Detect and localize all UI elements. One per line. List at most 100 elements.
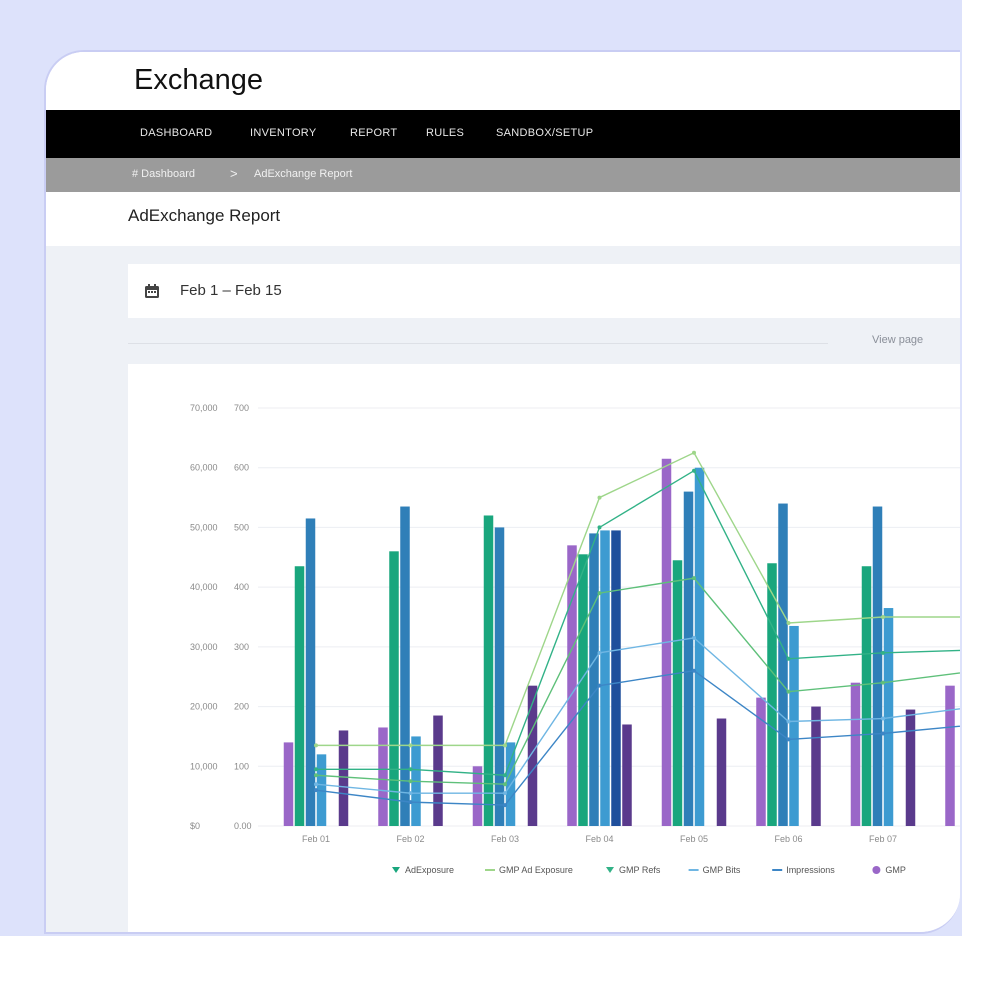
chart-bar [611, 530, 621, 826]
y-axis-right-tick-label: 500 [234, 522, 249, 532]
app-window: Exchange DASHBOARD INVENTORY REPORT RULE… [44, 50, 960, 934]
breadcrumb-current: AdExchange Report [254, 168, 353, 180]
chart-point [692, 635, 696, 640]
report-chart-card: $0 0.00 10,000 100 20,000 200 30,000 300 40,000 4… [128, 364, 960, 932]
chart-bar [672, 560, 683, 826]
date-range-label: Feb 1 – Feb 15 [180, 282, 282, 299]
chart-bar [905, 709, 916, 826]
chart-point [503, 791, 507, 796]
y-axis-right-tick-label: 200 [234, 702, 249, 712]
view-page-link[interactable]: View page [872, 334, 923, 346]
chart-bar [378, 727, 388, 826]
chart-point [881, 731, 885, 736]
x-axis-tick-label: Feb 03 [491, 834, 519, 844]
x-axis-tick-label: Feb 07 [869, 834, 897, 844]
x-axis-tick-label: Feb 05 [680, 834, 708, 844]
chart-bar [567, 545, 577, 826]
main-navbar: DASHBOARD INVENTORY REPORT RULES SANDBOX… [46, 110, 960, 158]
chart-bar [622, 724, 632, 826]
legend-marker [872, 866, 881, 874]
chart-bar [283, 742, 294, 826]
chart-point [692, 576, 696, 581]
chart-point [597, 495, 602, 500]
chart-bar [767, 563, 777, 826]
page-title: AdExchange Report [128, 206, 281, 225]
chart-point [597, 650, 602, 655]
divider [128, 343, 828, 344]
chart-bar [400, 506, 410, 826]
nav-item-dashboard[interactable]: DASHBOARD [140, 127, 212, 139]
legend-marker [606, 867, 614, 873]
chart-point [314, 743, 318, 748]
chart-point [408, 800, 413, 805]
breadcrumb-home[interactable]: # Dashboard [132, 168, 195, 180]
chart-point [881, 650, 885, 655]
chart-bar [850, 682, 861, 826]
chart-bar [778, 503, 788, 826]
chart-bar [789, 625, 799, 826]
nav-item-inventory[interactable]: INVENTORY [250, 127, 316, 139]
chart-point [503, 773, 507, 778]
chart-point [408, 743, 413, 748]
x-axis-tick-label: Feb 06 [774, 834, 802, 844]
y-axis-right-tick-label: 300 [234, 642, 249, 652]
y-axis-left-tick-label: 10,000 [190, 761, 218, 771]
chart-point [314, 782, 318, 787]
legend-label: AdExposure [405, 865, 454, 875]
chart-bar [861, 566, 872, 826]
y-axis-left-tick-label: 40,000 [190, 582, 218, 592]
y-axis-left-tick-label: 70,000 [190, 403, 218, 413]
chart-bar [683, 491, 694, 826]
legend-marker [392, 867, 400, 873]
y-axis-left-tick-label: 30,000 [190, 642, 218, 652]
y-axis-left-tick-label: $0 [190, 821, 200, 831]
chart-point [408, 779, 413, 784]
chart-point [786, 719, 791, 724]
chart-point [503, 782, 507, 787]
chart-bar [694, 467, 705, 826]
chart-bar [305, 518, 316, 826]
report-chart: $0 0.00 10,000 100 20,000 200 30,000 300 40,000 4… [190, 403, 960, 875]
chart-bar [578, 554, 588, 826]
chart-bar [389, 551, 399, 826]
chart-point [314, 773, 318, 778]
chart-bar [589, 533, 599, 826]
chart-point [786, 737, 791, 742]
date-range-picker[interactable]: Feb 1 – Feb 15 [128, 264, 960, 318]
chart-bar [527, 685, 538, 826]
y-axis-left-tick-label: 20,000 [190, 702, 218, 712]
chart-point [314, 788, 318, 793]
x-axis-tick-label: Feb 01 [302, 834, 330, 844]
chart-point [786, 656, 791, 661]
breadcrumb: # Dashboard > AdExchange Report [46, 158, 960, 192]
chart-point [597, 591, 602, 596]
nav-item-rules[interactable]: RULES [426, 127, 464, 139]
x-axis-tick-label: Feb 02 [396, 834, 424, 844]
chart-bar [483, 515, 494, 826]
legend-label: Impressions [786, 865, 835, 875]
chart-point [692, 668, 696, 673]
y-axis-right-tick-label: 700 [234, 403, 249, 413]
chart-bar [494, 527, 505, 826]
breadcrumb-separator: > [230, 166, 238, 181]
nav-item-sandbox-setup[interactable]: SANDBOX/SETUP [496, 127, 593, 139]
chart-bar [600, 530, 610, 826]
chart-bar [716, 718, 727, 826]
chart-point [692, 450, 696, 455]
y-axis-left-tick-label: 60,000 [190, 463, 218, 473]
chart-point [597, 525, 602, 530]
y-axis-right-tick-label: 100 [234, 761, 249, 771]
y-axis-right-tick-label: 400 [234, 582, 249, 592]
legend-label: GMP Bits [703, 865, 741, 875]
chart-point [786, 620, 791, 625]
calendar-icon [145, 284, 159, 298]
chart-point [408, 767, 413, 772]
chart-bar [811, 706, 821, 826]
chart-point [503, 743, 507, 748]
chart-point [881, 680, 885, 685]
chart-bar [294, 566, 305, 826]
app-title: Exchange [134, 64, 263, 96]
chart-point [597, 683, 602, 688]
app-header: Exchange [46, 52, 960, 110]
nav-item-report[interactable]: REPORT [350, 127, 397, 139]
